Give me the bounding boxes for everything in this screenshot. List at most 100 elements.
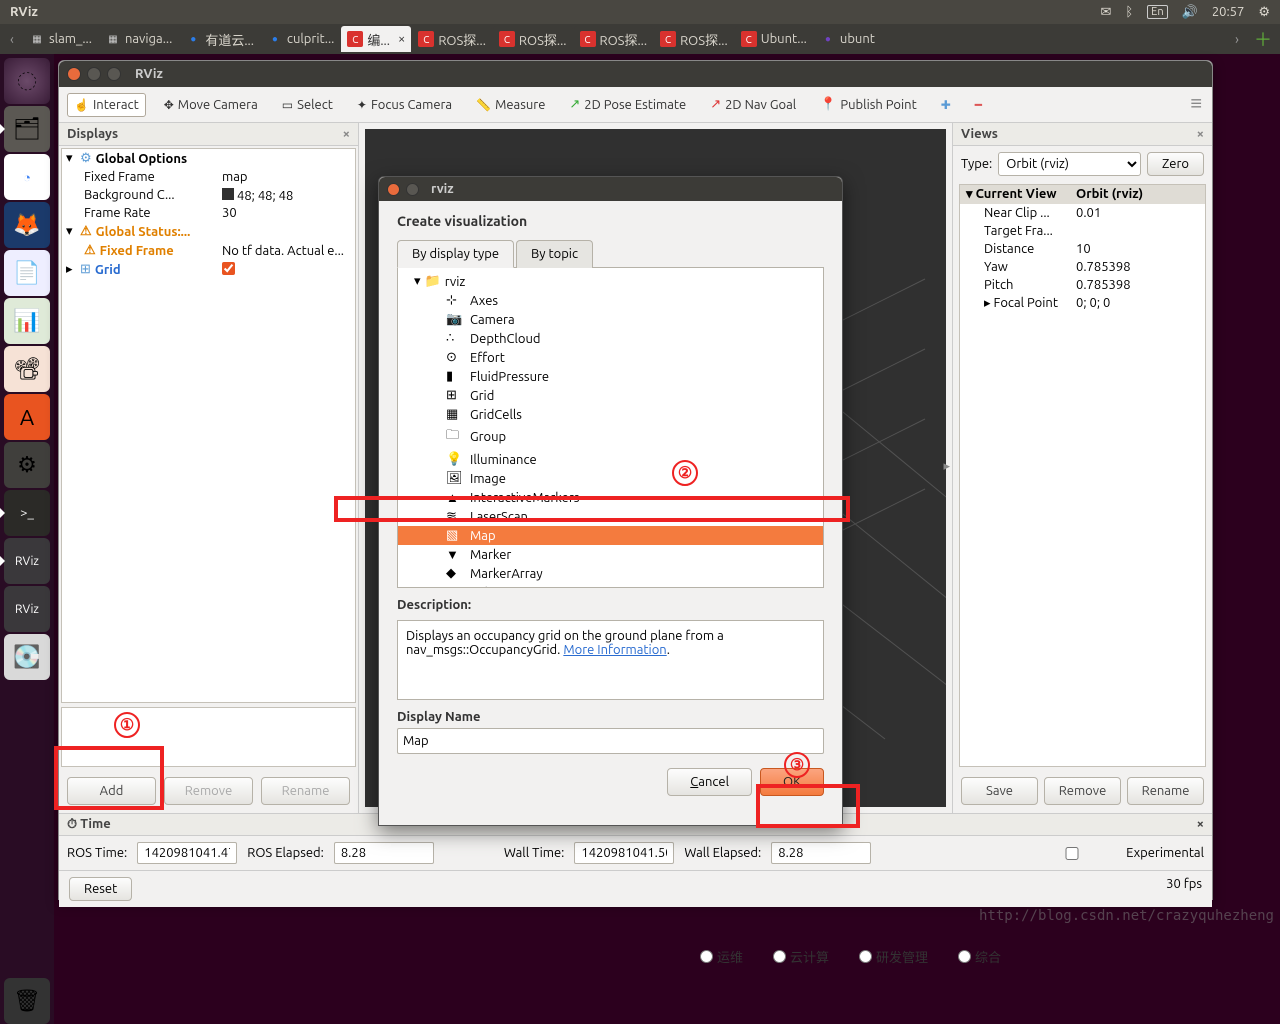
browser-tab[interactable]: ●有道云... [179,26,260,52]
display-type-item[interactable]: ∴DepthCloud [398,329,823,348]
save-view-button[interactable]: Save [961,777,1038,805]
dialog-titlebar[interactable]: rviz [379,177,842,201]
writer-icon[interactable]: 📄 [4,250,50,296]
files-icon[interactable]: 🗂 [4,106,50,152]
tab-by-topic[interactable]: By topic [516,240,593,268]
category-radio[interactable]: 研发管理 [859,947,928,966]
display-type-item[interactable]: 📷Camera [398,310,823,329]
wall-elapsed-field[interactable] [771,842,871,864]
publish-point-tool[interactable]: 📍 Publish Point [814,93,923,116]
browser-tab[interactable]: ▦slam_... [23,26,98,52]
settings-gear-icon[interactable]: ⚙ [1258,5,1270,20]
window-minimize-icon[interactable] [87,67,101,81]
browser-tab[interactable]: CROS探... [654,26,734,52]
category-radio[interactable]: 综合 [958,947,1001,966]
bluetooth-icon[interactable]: ᛒ [1125,5,1133,19]
view-type-select[interactable]: Orbit (rviz) [998,152,1141,176]
tab-close-icon[interactable]: × [398,32,405,46]
more-info-link[interactable]: More Information [563,643,666,657]
terminal-icon[interactable]: >_ [4,490,50,536]
viewport-expand-icon[interactable]: ▸ [943,459,950,474]
display-type-item[interactable]: 🗀Group [398,424,823,450]
ok-button[interactable]: OK [760,768,824,796]
remove-tool-button[interactable]: ━ [969,94,988,116]
dash-icon[interactable]: ◌ [4,58,50,104]
dialog-close-icon[interactable] [387,183,400,196]
display-type-item[interactable]: 🖼Image [398,469,823,488]
keyboard-lang-indicator[interactable]: En [1147,5,1167,19]
firefox-icon[interactable]: 🦊 [4,202,50,248]
display-type-item[interactable]: ⊙Effort [398,348,823,367]
display-type-item[interactable]: 💡Illuminance [398,450,823,469]
disk-icon[interactable]: 💽 [4,634,50,680]
window-close-icon[interactable] [67,67,81,81]
ros-elapsed-field[interactable] [334,842,434,864]
browser-tab[interactable]: ●culprit... [261,26,340,52]
browser-tab[interactable]: CROS探... [412,26,492,52]
browser-tab[interactable]: ●ubunt [814,26,881,52]
system-settings-icon[interactable]: ⚙ [4,442,50,488]
experimental-checkbox[interactable] [1022,847,1122,860]
tab-by-display-type[interactable]: By display type [397,240,514,268]
wall-time-field[interactable] [574,842,674,864]
window-maximize-icon[interactable] [107,67,121,81]
display-type-item[interactable]: ≋LaserScan [398,507,823,526]
browser-tab[interactable]: CROS探... [493,26,573,52]
2d-nav-goal-tool[interactable]: ↗ 2D Nav Goal [704,93,802,116]
add-tool-button[interactable]: ✚ [935,94,957,116]
rviz-launcher-icon-2[interactable]: RViz [4,586,50,632]
display-type-item[interactable]: ▼Marker [398,545,823,564]
category-radio[interactable]: 运维 [700,947,743,966]
display-type-tree[interactable]: ▾📁 rviz ⊹Axes📷Camera∴DepthCloud⊙Effort▮F… [397,268,824,588]
display-type-item[interactable]: ▲InteractiveMarkers [398,488,823,507]
display-type-item[interactable]: ◆MarkerArray [398,564,823,583]
tab-scroll-left[interactable]: ‹ [2,31,22,47]
add-display-button[interactable]: Add [67,777,156,805]
grid-enable-checkbox[interactable] [222,262,235,275]
display-type-item[interactable]: ⊞Grid [398,386,823,405]
rename-view-button[interactable]: Rename [1127,777,1204,805]
remove-view-button[interactable]: Remove [1044,777,1121,805]
calc-icon[interactable]: 📊 [4,298,50,344]
display-type-item[interactable]: ⊹Axes [398,291,823,310]
close-time-icon[interactable]: × [1197,817,1204,832]
reset-button[interactable]: Reset [69,877,132,901]
views-tree[interactable]: ▾ Current ViewOrbit (rviz) Near Clip ...… [959,184,1206,767]
browser-tab[interactable]: CUbunt... [735,26,813,52]
rename-display-button[interactable]: Rename [261,777,350,805]
cancel-button[interactable]: Cancel [667,768,752,796]
volume-icon[interactable]: 🔊 [1182,5,1198,20]
new-tab-button[interactable]: ＋ [1248,26,1278,52]
move-camera-tool[interactable]: ✥ Move Camera [158,94,264,116]
tab-scroll-right[interactable]: › [1227,31,1247,47]
2d-pose-estimate-tool[interactable]: ↗ 2D Pose Estimate [563,93,692,116]
hamburger-menu-icon[interactable]: ≡ [1190,91,1202,116]
rviz-titlebar[interactable]: RViz [59,61,1212,87]
display-name-input[interactable] [397,728,824,754]
select-tool[interactable]: ▭ Select [276,94,339,116]
software-center-icon[interactable]: A [4,394,50,440]
browser-tab[interactable]: C编...× [341,26,411,52]
display-type-item[interactable]: ▧Map [398,526,823,545]
close-panel-icon[interactable]: × [343,127,350,141]
dialog-min-icon[interactable] [406,183,419,196]
interact-tool[interactable]: ☝ Interact [67,93,146,117]
rviz-launcher-icon[interactable]: RViz [4,538,50,584]
focus-camera-tool[interactable]: ✦ Focus Camera [351,94,458,116]
measure-tool[interactable]: 📏 Measure [470,94,551,116]
clock[interactable]: 20:57 [1212,5,1245,19]
displays-tree[interactable]: ▾⚙ Global Options Fixed Framemap Backgro… [61,148,356,703]
display-type-item[interactable]: ▮FluidPressure [398,367,823,386]
mail-icon[interactable]: ✉ [1100,5,1111,20]
category-radio[interactable]: 云计算 [773,947,829,966]
impress-icon[interactable]: 📽 [4,346,50,392]
display-type-item[interactable]: ▦GridCells [398,405,823,424]
ros-time-field[interactable] [137,842,237,864]
chrome-icon[interactable]: ◔ [4,154,50,200]
close-views-icon[interactable]: × [1197,127,1204,141]
display-type-item[interactable]: ↗Odometry [398,583,823,588]
remove-display-button[interactable]: Remove [164,777,253,805]
trash-icon[interactable]: 🗑 [4,978,50,1024]
browser-tab[interactable]: ▦naviga... [99,26,178,52]
browser-tab[interactable]: CROS探... [574,26,654,52]
